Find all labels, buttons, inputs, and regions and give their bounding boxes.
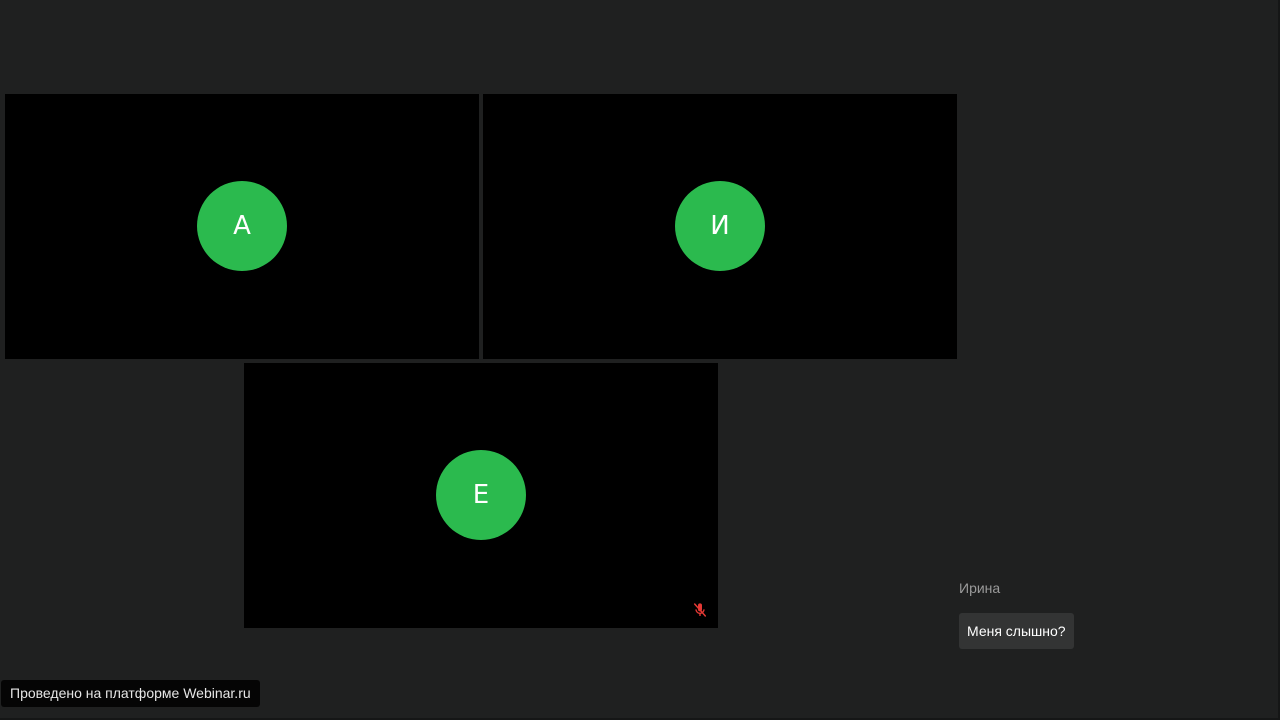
chat-bubble: Меня слышно?: [959, 613, 1074, 649]
conference-stage: А И Е Ирина Меня слышно? Проведено на пл…: [0, 0, 1280, 720]
chat-message: Ирина Меня слышно?: [959, 578, 1074, 649]
participant-tile[interactable]: А: [5, 94, 479, 359]
participant-avatar: И: [675, 181, 765, 271]
participant-tile[interactable]: И: [483, 94, 957, 359]
participant-avatar: А: [197, 181, 287, 271]
mic-off-icon: [693, 603, 707, 617]
platform-badge[interactable]: Проведено на платформе Webinar.ru: [1, 680, 260, 707]
participant-tile[interactable]: Е: [244, 363, 718, 628]
participant-avatar: Е: [436, 450, 526, 540]
chat-author: Ирина: [959, 580, 1001, 596]
